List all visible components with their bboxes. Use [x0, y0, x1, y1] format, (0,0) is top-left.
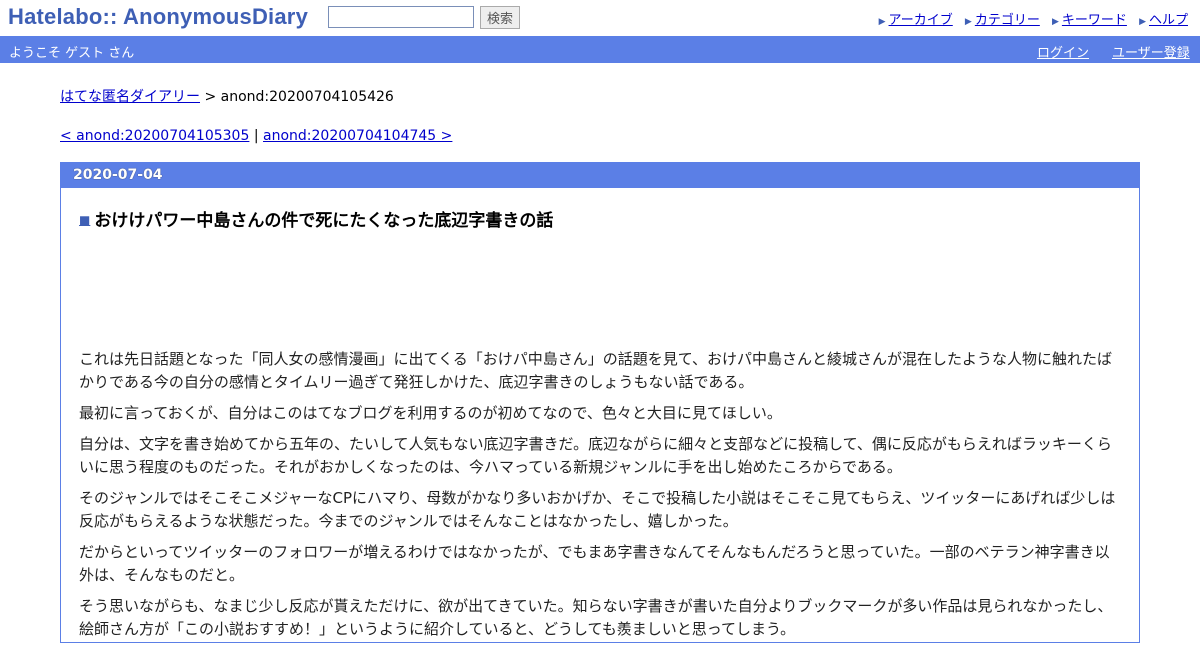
nav-item-keyword[interactable]: ▶ キーワード — [1052, 13, 1127, 28]
breadcrumb-current: anond:20200704105426 — [220, 89, 394, 105]
body-paragraph: そのジャンルではそこそこメジャーなCPにハマり、母数がかなり多いおかげか、そこで… — [79, 489, 1116, 530]
pager-separator: | — [249, 128, 264, 144]
arrow-right-icon: ▶ — [964, 17, 972, 27]
breadcrumb-separator: > — [200, 89, 221, 105]
search-button[interactable]: 検索 — [480, 6, 520, 29]
site-logo[interactable]: Hatelabo:: AnonymousDiary — [8, 4, 308, 30]
nav-item-help[interactable]: ▶ ヘルプ — [1139, 13, 1188, 28]
breadcrumb: はてな匿名ダイアリー > anond:20200704105426 — [60, 86, 394, 106]
header-banner: Hatelabo:: AnonymousDiary 検索 ▶ アーカイブ ▶ カテゴ… — [0, 0, 1200, 36]
next-entry-link[interactable]: anond:20200704104745 > — [263, 128, 452, 144]
welcome-text: ようこそ ゲスト さん — [9, 46, 135, 61]
entry-title-text: おけけパワー中島さんの件で死にたくなった底辺字書きの話 — [94, 211, 554, 231]
nav-item-archive[interactable]: ▶ アーカイブ — [879, 13, 953, 28]
arrow-right-icon: ▶ — [1139, 17, 1146, 27]
permalink-square-icon[interactable]: ■ — [79, 213, 90, 227]
search-input[interactable] — [328, 6, 474, 28]
nav-link-keyword[interactable]: キーワード — [1062, 13, 1127, 28]
welcome-bar: ようこそ ゲスト さん ログイン ユーザー登録 — [0, 36, 1200, 63]
entry-title: ■ おけけパワー中島さんの件で死にたくなった底辺字書きの話 — [79, 206, 553, 231]
body-paragraph: 最初に言っておくが、自分はこのはてなブログを利用するのが初めてなので、色々と大目… — [79, 404, 782, 422]
entry-date-bar: 2020-07-04 — [61, 162, 1139, 188]
nav-link-category[interactable]: カテゴリー — [975, 13, 1040, 28]
entry-date[interactable]: 2020-07-04 — [73, 167, 163, 183]
body-paragraph: そう思いながらも、なまじ少し反応が貰えただけに、欲が出てきていた。知らない字書き… — [79, 597, 1113, 638]
prev-entry-link[interactable]: < anond:20200704105305 — [60, 128, 249, 144]
register-link[interactable]: ユーザー登録 — [1112, 42, 1190, 61]
entry-body: これは先日話題となった「同人女の感情漫画」に出てくる「おけパ中島さん」の話題を見… — [79, 348, 1124, 649]
nav-link-help[interactable]: ヘルプ — [1149, 13, 1188, 28]
body-paragraph: これは先日話題となった「同人女の感情漫画」に出てくる「おけパ中島さん」の話題を見… — [79, 350, 1113, 391]
body-paragraph: だからといってツイッターのフォロワーが増えるわけではなかったが、でもまあ字書きな… — [79, 543, 1110, 584]
login-link[interactable]: ログイン — [1037, 42, 1089, 61]
entry-box: 2020-07-04 ■ おけけパワー中島さんの件で死にたくなった底辺字書きの話 … — [60, 162, 1140, 643]
arrow-right-icon: ▶ — [878, 17, 886, 27]
top-nav: ▶ アーカイブ ▶ カテゴリー ▶ キーワード ▶ ヘルプ — [871, 9, 1188, 28]
nav-item-category[interactable]: ▶ カテゴリー — [965, 13, 1040, 28]
nav-link-archive[interactable]: アーカイブ — [889, 13, 953, 28]
entry-pager: < anond:20200704105305 | anond:202007041… — [60, 128, 452, 144]
breadcrumb-home-link[interactable]: はてな匿名ダイアリー — [60, 89, 200, 105]
body-paragraph: 自分は、文字を書き始めてから五年の、たいして人気もない底辺字書きだ。底辺ながらに… — [79, 435, 1112, 476]
arrow-right-icon: ▶ — [1051, 17, 1059, 27]
